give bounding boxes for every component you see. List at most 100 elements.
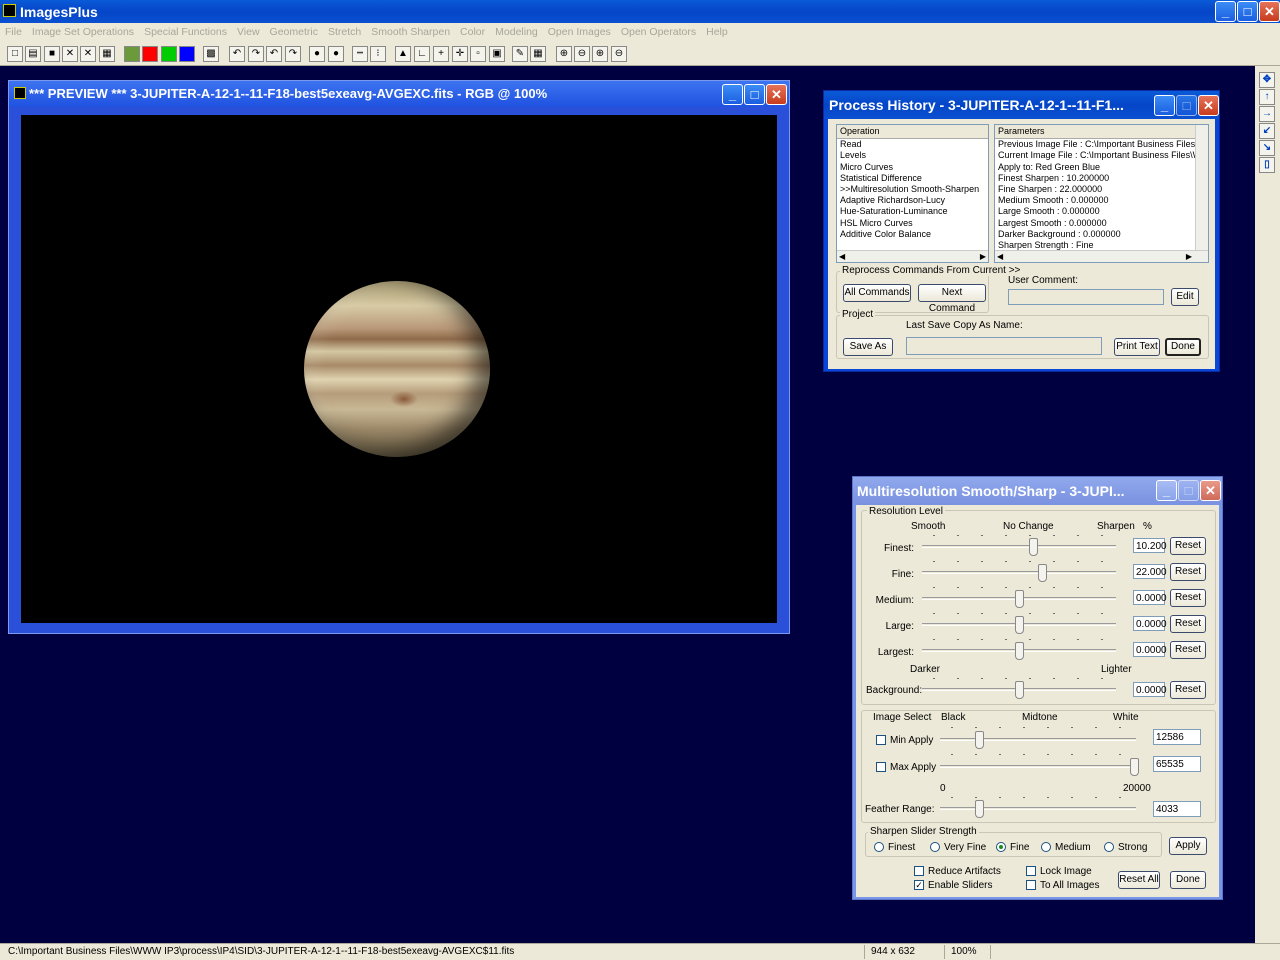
large-reset-button[interactable]: Reset [1170, 615, 1206, 633]
history-minimize-button[interactable]: _ [1154, 95, 1175, 116]
zoom-fit-icon[interactable]: ⊕ [592, 46, 608, 62]
lock-image-checkbox[interactable] [1026, 866, 1036, 876]
frame-icon[interactable]: ▯ [1259, 157, 1275, 173]
menu-special-functions[interactable]: Special Functions [139, 26, 232, 38]
parameter-item[interactable]: Finest Sharpen : 10.200000 [998, 173, 1192, 184]
rotate-right-icon[interactable]: ↘ [1259, 140, 1275, 156]
red-channel-icon[interactable] [142, 46, 158, 62]
menu-color[interactable]: Color [455, 26, 490, 38]
strength-radio-strong[interactable] [1104, 842, 1114, 852]
pencil-icon[interactable]: ✎ [512, 46, 528, 62]
add-icon[interactable]: + [433, 46, 449, 62]
green-channel-icon[interactable] [161, 46, 177, 62]
largest-slider[interactable] [1015, 642, 1024, 660]
histogram-icon[interactable]: ▲ [395, 46, 411, 62]
large-slider[interactable] [1015, 616, 1024, 634]
strength-radio-finest[interactable] [874, 842, 884, 852]
strength-radio-very-fine[interactable] [930, 842, 940, 852]
msharp-done-button[interactable]: Done [1170, 871, 1206, 889]
msharp-title-bar[interactable]: Multiresolution Smooth/Sharp - 3-JUPI...… [853, 477, 1222, 505]
blue-channel-icon[interactable] [179, 46, 195, 62]
parameter-item[interactable]: Large Smooth : 0.000000 [998, 206, 1192, 217]
largest-value[interactable]: 0.0000 [1133, 642, 1167, 657]
fine-slider[interactable] [1038, 564, 1048, 582]
operation-list[interactable]: Operation Read Levels Micro Curves Statisti… [836, 124, 989, 263]
parameter-item[interactable]: Fine Sharpen : 22.000000 [998, 184, 1192, 195]
rgb-icon[interactable] [124, 46, 140, 62]
menu-smooth-sharpen[interactable]: Smooth Sharpen [366, 26, 455, 38]
app-title-bar[interactable]: ImagesPlus _ □ ✕ [0, 0, 1280, 23]
unmark-icon[interactable]: ● [328, 46, 344, 62]
fine-value[interactable]: 22.000 [1133, 564, 1167, 579]
fine-reset-button[interactable]: Reset [1170, 563, 1206, 581]
print-icon[interactable]: ▦ [99, 46, 115, 62]
menu-view[interactable]: View [232, 26, 265, 38]
app-maximize-button[interactable]: □ [1237, 1, 1258, 22]
save-as-button[interactable]: Save As [843, 338, 893, 356]
menu-open-operators[interactable]: Open Operators [616, 26, 701, 38]
point-select-icon[interactable]: ⁝ [370, 46, 386, 62]
history-maximize-button[interactable]: □ [1176, 95, 1197, 116]
history-done-button[interactable]: Done [1165, 338, 1201, 356]
msharp-close-button[interactable]: ✕ [1200, 480, 1221, 501]
feather-range-value[interactable]: 4033 [1153, 801, 1201, 817]
medium-slider[interactable] [1015, 590, 1024, 608]
msharp-minimize-button[interactable]: _ [1156, 480, 1177, 501]
user-comment-field[interactable] [1008, 289, 1164, 305]
menu-stretch[interactable]: Stretch [323, 26, 366, 38]
medium-reset-button[interactable]: Reset [1170, 589, 1206, 607]
move-icon[interactable]: ✥ [1259, 72, 1275, 88]
menu-image-set-operations[interactable]: Image Set Operations [27, 26, 139, 38]
operation-item[interactable]: Adaptive Richardson-Lucy [840, 195, 985, 206]
app-minimize-button[interactable]: _ [1215, 1, 1236, 22]
operation-item[interactable]: Additive Color Balance [840, 229, 985, 240]
background-reset-button[interactable]: Reset [1170, 681, 1206, 699]
min-apply-value[interactable]: 12586 [1153, 729, 1201, 745]
finest-value[interactable]: 10.200 [1133, 538, 1167, 553]
min-apply-checkbox[interactable] [876, 735, 886, 745]
parameter-item[interactable]: Largest Smooth : 0.000000 [998, 218, 1192, 229]
menu-modeling[interactable]: Modeling [490, 26, 543, 38]
rotate-left-icon[interactable]: ↙ [1259, 123, 1275, 139]
to-all-images-checkbox[interactable] [1026, 880, 1036, 890]
preview-maximize-button[interactable]: □ [744, 84, 765, 105]
menu-help[interactable]: Help [701, 26, 733, 38]
operation-item[interactable]: Hue-Saturation-Luminance [840, 206, 985, 217]
align-right-icon[interactable]: → [1259, 106, 1275, 122]
preview-minimize-button[interactable]: _ [722, 84, 743, 105]
redo-all-icon[interactable]: ↷ [285, 46, 301, 62]
operation-hscrollbar[interactable]: ◀ ▶ [837, 250, 988, 262]
zoom-out-icon[interactable]: ⊖ [574, 46, 590, 62]
reduce-artifacts-checkbox[interactable] [914, 866, 924, 876]
parameters-list[interactable]: Parameters Previous Image File : C:\Impo… [994, 124, 1209, 263]
strength-radio-medium[interactable] [1041, 842, 1051, 852]
undo-icon[interactable]: ↶ [229, 46, 245, 62]
menu-open-images[interactable]: Open Images [543, 26, 616, 38]
max-apply-value[interactable]: 65535 [1153, 756, 1201, 772]
reset-all-button[interactable]: Reset All [1118, 871, 1160, 889]
max-apply-slider[interactable] [1130, 758, 1139, 776]
new-icon[interactable]: □ [7, 46, 23, 62]
apply-button[interactable]: Apply [1169, 837, 1207, 855]
grayscale-icon[interactable]: ▩ [203, 46, 219, 62]
medium-value[interactable]: 0.0000 [1133, 590, 1167, 605]
preview-title-bar[interactable]: *** PREVIEW *** 3-JUPITER-A-12-1--11-F18… [9, 81, 789, 107]
enable-sliders-checkbox[interactable]: ✓ [914, 880, 924, 890]
align-up-icon[interactable]: ↑ [1259, 89, 1275, 105]
feather-range-slider[interactable] [975, 800, 985, 818]
undo-all-icon[interactable]: ↶ [266, 46, 282, 62]
preview-image[interactable] [21, 115, 777, 623]
operation-item[interactable]: Levels [840, 150, 985, 161]
close-all-icon[interactable]: ✕ [80, 46, 96, 62]
all-commands-button[interactable]: All Commands [843, 284, 911, 302]
large-value[interactable]: 0.0000 [1133, 616, 1167, 631]
zoom-actual-icon[interactable]: ⊖ [611, 46, 627, 62]
crosshair-icon[interactable]: ✛ [452, 46, 468, 62]
strength-radio-fine[interactable] [996, 842, 1006, 852]
mark-icon[interactable]: ● [309, 46, 325, 62]
save-icon[interactable]: ■ [44, 46, 60, 62]
table-icon[interactable]: ▦ [530, 46, 546, 62]
grid-icon[interactable]: ▫ [470, 46, 486, 62]
history-close-button[interactable]: ✕ [1198, 95, 1219, 116]
max-apply-checkbox[interactable] [876, 762, 886, 772]
